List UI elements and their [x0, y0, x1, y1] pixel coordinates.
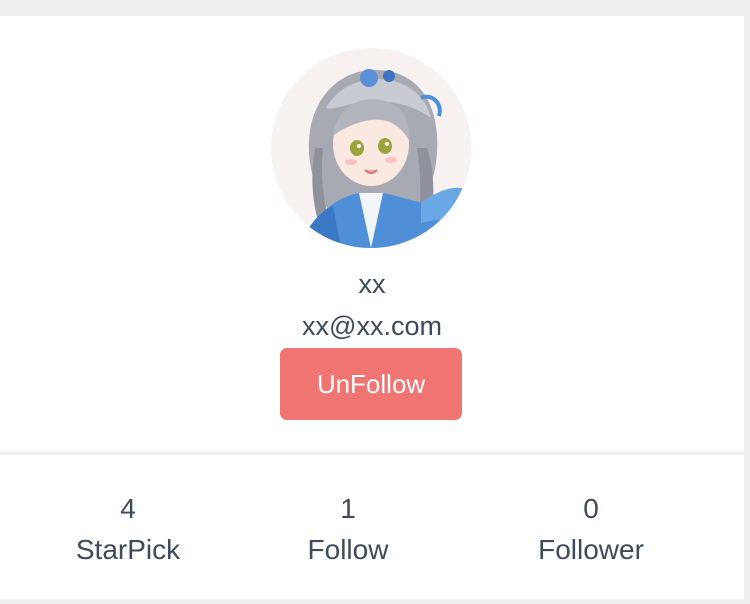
avatar[interactable] — [271, 48, 471, 248]
starpick-count: 4 — [120, 493, 136, 524]
stats-bar: 4 StarPick 1 Follow 0 Follower — [0, 455, 744, 599]
starpick-label: StarPick — [75, 534, 181, 565]
stat-starpick[interactable]: 4 StarPick — [18, 491, 238, 571]
avatar-illustration — [271, 48, 471, 248]
user-name: xx — [358, 269, 386, 299]
unfollow-button[interactable]: UnFollow — [280, 348, 462, 420]
follower-count: 0 — [583, 493, 599, 524]
follower-label: Follower — [538, 534, 644, 565]
stat-follow[interactable]: 1 Follow — [238, 491, 458, 571]
follow-label: Follow — [307, 534, 389, 565]
follow-count: 1 — [340, 493, 356, 524]
profile-card: xx xx@xx.com UnFollow — [0, 16, 744, 452]
stat-follower[interactable]: 0 Follower — [481, 491, 701, 571]
user-email: xx@xx.com — [302, 311, 442, 341]
